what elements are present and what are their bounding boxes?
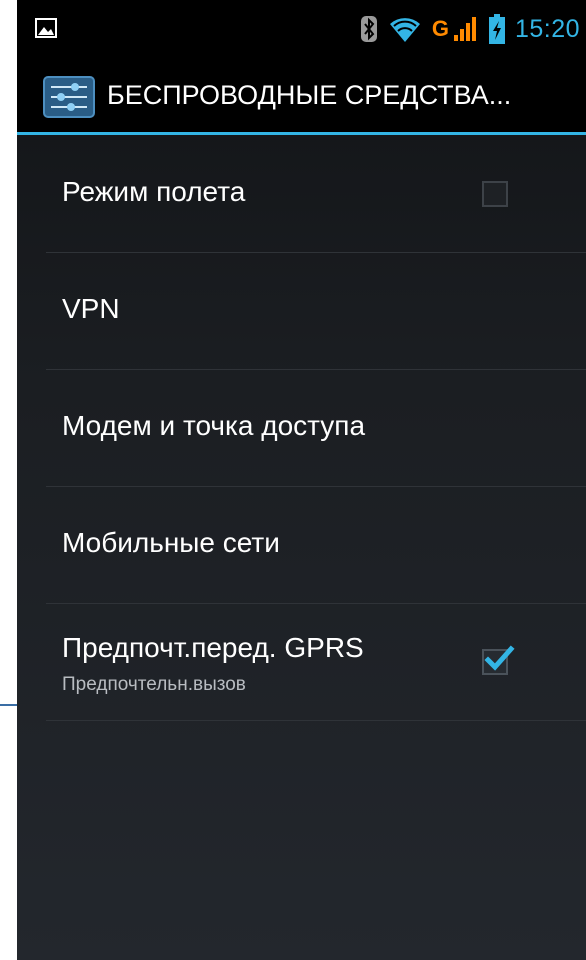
battery-charging-icon <box>488 14 505 44</box>
action-bar-divider <box>17 132 586 135</box>
mobile-networks-item[interactable]: Мобильные сети <box>46 487 586 604</box>
settings-list: Режим полета VPN Модем и точка доступа М… <box>46 136 586 721</box>
clock: 15:20 <box>514 14 580 43</box>
gprs-preference-label: Предпочт.перед. GPRS <box>62 632 364 663</box>
image-notification-icon <box>35 18 57 38</box>
tethering-hotspot-item[interactable]: Модем и точка доступа <box>46 370 586 487</box>
page-title: БЕСПРОВОДНЫЕ СРЕДСТВА... <box>107 80 512 110</box>
vpn-label: VPN <box>62 293 120 324</box>
network-type: G <box>431 16 449 41</box>
wifi-icon <box>389 18 420 42</box>
signal-icon <box>453 17 476 41</box>
edge-marker <box>0 704 17 706</box>
bluetooth-icon <box>360 16 377 42</box>
gprs-preference-checkbox[interactable] <box>482 645 515 675</box>
checkmark-icon <box>484 645 515 671</box>
phone-screen: G 15:20 БЕСПРОВОДНЫЕ СРЕДСТВА... Режим п… <box>17 0 586 960</box>
airplane-mode-item[interactable]: Режим полета <box>46 136 586 253</box>
airplane-mode-label: Режим полета <box>62 176 246 207</box>
gprs-preference-summary: Предпочтельн.вызов <box>62 674 246 695</box>
mobile-networks-label: Мобильные сети <box>62 527 280 558</box>
action-bar: БЕСПРОВОДНЫЕ СРЕДСТВА... <box>17 58 586 134</box>
airplane-mode-checkbox[interactable] <box>482 181 508 207</box>
gprs-preference-item[interactable]: Предпочт.перед. GPRS Предпочтельн.вызов <box>46 604 586 721</box>
status-icons: G 15:20 <box>360 11 580 47</box>
status-bar: G 15:20 <box>17 0 586 58</box>
vpn-item[interactable]: VPN <box>46 253 586 370</box>
settings-sliders-icon[interactable] <box>43 76 95 118</box>
tethering-hotspot-label: Модем и точка доступа <box>62 410 366 441</box>
